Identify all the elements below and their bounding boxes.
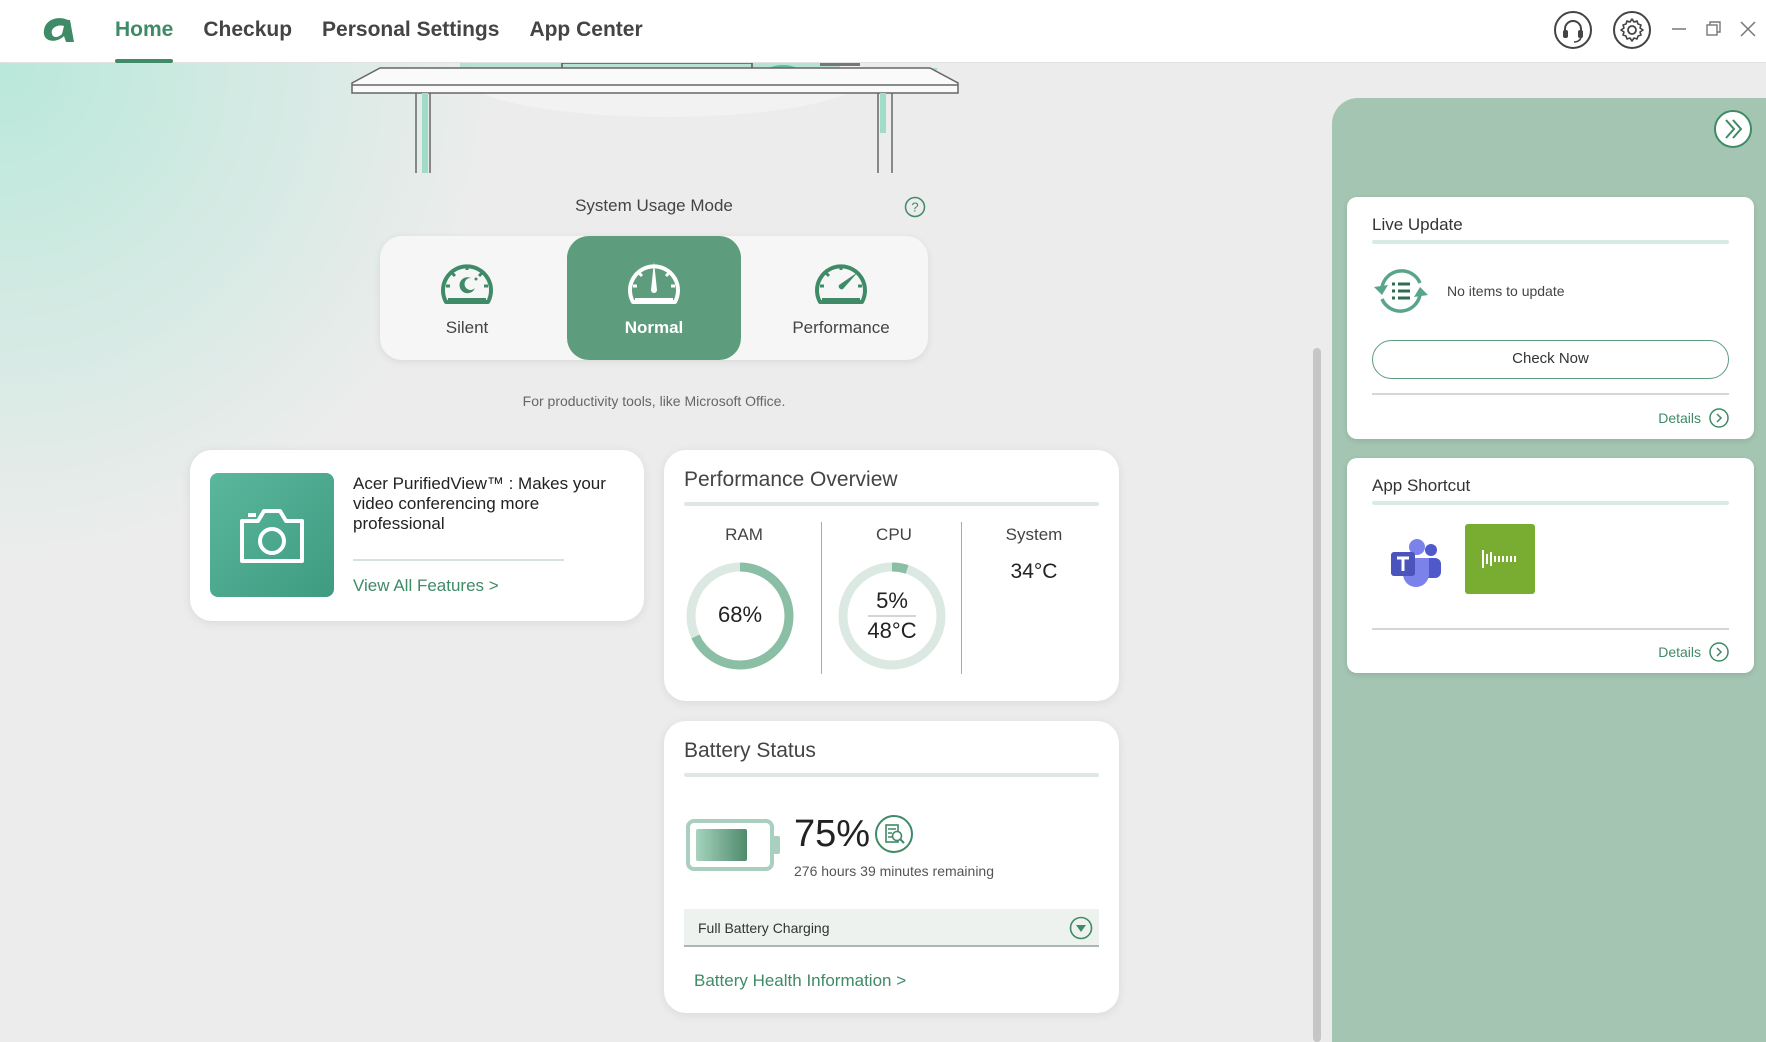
cpu-gauge [838,562,946,670]
system-temp-value: 34°C [1010,560,1058,583]
speedometer-high-icon [815,264,867,304]
mode-description: For productivity tools, like Microsoft O… [522,393,786,409]
live-update-message: No items to update [1447,283,1565,299]
desk-illustration [351,63,959,173]
battery-percent: 75% [794,813,871,855]
update-sync-icon [1374,269,1428,313]
chevron-down-icon [1069,916,1093,940]
view-all-features-link[interactable]: View All Features > [353,576,499,596]
divider [1372,393,1729,395]
headset-icon[interactable] [1553,10,1593,50]
battery-icon [686,819,780,871]
close-icon[interactable] [1737,18,1759,40]
mode-silent-label: Silent [445,318,489,337]
purifiedview-card: Acer PurifiedView™ : Makes your video co… [190,450,644,621]
battery-fill [696,829,747,861]
minimize-icon[interactable] [1668,18,1690,40]
nav-personal-settings[interactable]: Personal Settings [322,0,499,63]
details-label: Details [1658,644,1701,660]
divider [684,502,1099,506]
top-bar: Home Checkup Personal Settings App Cente… [0,0,1766,63]
speedometer-moon-icon [441,264,493,304]
live-update-card: Live Update No items to update Check Now… [1347,197,1754,439]
cpu-label: CPU [876,525,912,544]
battery-charging-mode-value: Full Battery Charging [698,920,830,936]
purifiedview-description: Acer PurifiedView™ : Makes your video co… [353,474,606,533]
speedometer-mid-icon [628,262,680,304]
help-icon[interactable]: ? [904,196,926,218]
check-now-button[interactable]: Check Now [1372,340,1729,379]
battery-charging-mode-select[interactable]: Full Battery Charging [684,909,1099,947]
microsoft-teams-icon[interactable] [1387,536,1443,588]
column-divider [821,522,822,674]
main-nav: Home Checkup Personal Settings App Cente… [115,0,643,63]
ram-value: 68% [717,602,763,627]
divider [1372,240,1729,244]
ram-label: RAM [725,525,763,544]
app-shortcut-details-link[interactable]: Details [1658,642,1729,662]
double-chevron-right-icon[interactable] [1713,109,1753,149]
cpu-temp-value: 48°C [867,618,917,643]
performance-overview-card: Performance Overview RAM 68% CPU 5% 48°C… [664,450,1119,701]
battery-status-title: Battery Status [684,739,816,762]
voice-app-icon[interactable] [1465,524,1535,594]
gear-icon[interactable] [1612,10,1652,50]
mode-silent[interactable]: Silent [380,236,554,360]
system-label: System [1005,525,1063,544]
app-shortcut-title: App Shortcut [1372,476,1471,495]
divider [684,773,1099,777]
battery-health-link[interactable]: Battery Health Information > [694,971,906,991]
nav-app-center[interactable]: App Center [529,0,642,63]
scrollbar-thumb[interactable] [1313,348,1321,1042]
acer-logo-icon[interactable] [38,14,78,48]
chevron-right-circle-icon [1709,408,1729,428]
usage-mode-selector: Silent Normal Performance [380,236,928,360]
battery-remaining: 276 hours 39 minutes remaining [794,863,995,879]
mode-performance-label: Performance [792,318,890,337]
app-shortcut-card: App Shortcut Details [1347,458,1754,673]
divider [353,559,564,561]
sound-wave-icon [1482,550,1516,568]
details-label: Details [1658,410,1701,426]
mode-performance[interactable]: Performance [754,236,928,360]
nav-checkup[interactable]: Checkup [203,0,292,63]
svg-text:?: ? [911,200,918,215]
camera-icon [240,509,304,563]
battery-status-card: Battery Status 75% 276 hours 39 minutes … [664,721,1119,1013]
camera-tile[interactable] [210,473,334,597]
live-update-title: Live Update [1372,215,1463,234]
mode-normal[interactable]: Normal [567,236,741,360]
nav-home[interactable]: Home [115,0,174,63]
live-update-details-link[interactable]: Details [1658,408,1729,428]
restore-icon[interactable] [1702,18,1724,40]
column-divider [961,522,962,674]
battery-report-icon[interactable] [874,814,914,854]
chevron-right-circle-icon [1709,642,1729,662]
divider [1372,628,1729,630]
mode-normal-label: Normal [624,318,684,337]
usage-mode-title: System Usage Mode [575,196,733,215]
divider [1372,501,1729,505]
performance-overview-title: Performance Overview [684,468,898,491]
cpu-usage-value: 5% [876,588,908,613]
